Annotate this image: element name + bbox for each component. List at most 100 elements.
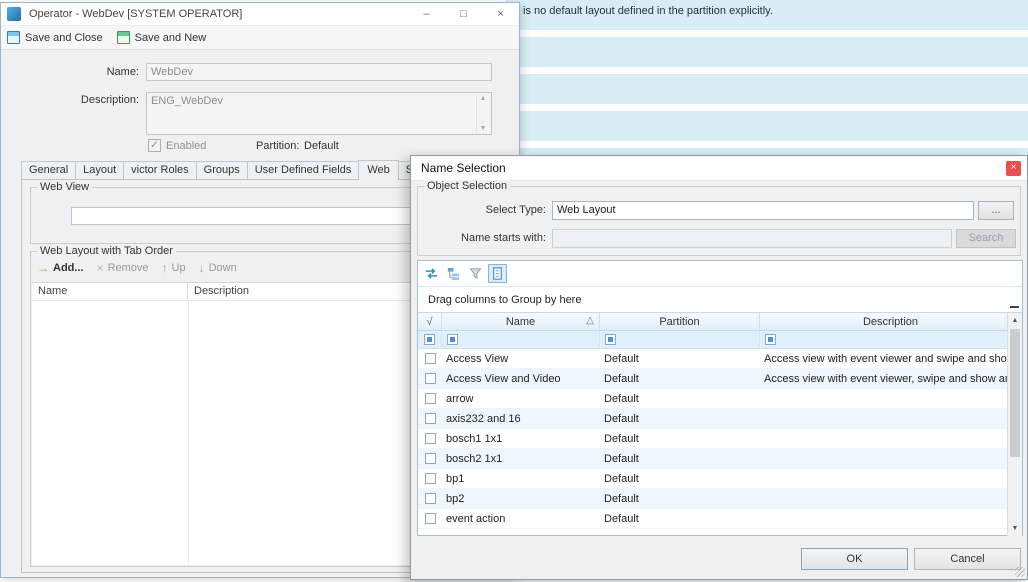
minimize-button[interactable]: – (408, 3, 445, 25)
row-indicator-cell (418, 429, 442, 448)
column-header-description[interactable]: Description (760, 313, 1022, 330)
tab[interactable]: General (21, 161, 76, 179)
row-checkbox[interactable] (425, 513, 436, 524)
filter-box-icon[interactable] (447, 334, 458, 345)
grid-row[interactable]: axis232 and 16 Default (418, 409, 1022, 429)
grid-row[interactable]: Access View Default Access view with eve… (418, 349, 1022, 369)
splitter-handle[interactable] (1010, 306, 1019, 308)
filter-box-icon[interactable] (424, 334, 435, 345)
remove-label: Remove (108, 262, 149, 274)
scroll-down-icon[interactable]: ▼ (1008, 521, 1022, 536)
save-and-close-button[interactable]: Save and Close (7, 31, 103, 44)
name-field[interactable]: WebDev (146, 63, 492, 81)
name-label: Name: (59, 66, 139, 78)
tab[interactable]: User Defined Fields (247, 161, 360, 179)
row-partition: Default (600, 409, 760, 428)
row-checkbox[interactable] (425, 373, 436, 384)
grid-corner-cell: √ (418, 313, 442, 330)
description-scrollbar[interactable]: ▲▼ (476, 95, 489, 132)
row-indicator-cell (418, 369, 442, 388)
object-selection-group: Object Selection Select Type: Web Layout… (417, 186, 1021, 256)
name-starts-with-label: Name starts with: (422, 232, 546, 244)
column-header-name[interactable]: Name (32, 283, 188, 300)
row-indicator-cell (418, 409, 442, 428)
column-chooser-icon[interactable] (488, 264, 507, 283)
row-checkbox[interactable] (425, 413, 436, 424)
row-checkbox[interactable] (425, 433, 436, 444)
show-group-panel-icon[interactable] (444, 264, 463, 283)
tab-bar: General Layout victor Roles Groups User … (21, 160, 477, 179)
refresh-icon[interactable] (422, 264, 441, 283)
grid-row[interactable]: Access View and Video Default Access vie… (418, 369, 1022, 389)
row-description (760, 449, 1022, 468)
column-header-name[interactable]: Name △ (442, 313, 600, 330)
up-label: Up (172, 262, 186, 274)
vertical-scrollbar[interactable]: ▲ ▼ (1007, 313, 1022, 536)
group-by-box[interactable]: Drag columns to Group by here (418, 287, 1022, 313)
row-indicator-cell (418, 489, 442, 508)
row-checkbox[interactable] (425, 473, 436, 484)
save-and-new-button[interactable]: Save and New (117, 31, 207, 44)
down-button[interactable]: ↓ Down (199, 262, 237, 274)
row-indicator-cell (418, 469, 442, 488)
grid-row[interactable]: bp1 Default (418, 469, 1022, 489)
row-partition: Default (600, 349, 760, 368)
row-partition: Default (600, 509, 760, 528)
row-name: bosch1 1x1 (442, 429, 600, 448)
ok-button[interactable]: OK (801, 548, 908, 570)
window-close-button[interactable]: × (482, 3, 519, 25)
filter-box-icon[interactable] (605, 334, 616, 345)
name-starts-with-field[interactable] (552, 229, 952, 248)
tab[interactable]: Layout (75, 161, 124, 179)
row-checkbox[interactable] (425, 493, 436, 504)
add-button[interactable]: → Add... (37, 262, 84, 274)
remove-button[interactable]: × Remove (97, 262, 149, 274)
search-button[interactable]: Search (956, 229, 1016, 248)
dialog-titlebar[interactable]: Name Selection × (411, 156, 1027, 181)
background-message: is no default layout defined in the part… (523, 5, 773, 17)
row-name: Access View (442, 349, 600, 368)
scroll-up-icon[interactable]: ▲ (1008, 313, 1022, 328)
resize-grip-icon[interactable] (1015, 567, 1025, 577)
dialog-close-button[interactable]: × (1006, 161, 1021, 176)
save-close-icon (7, 31, 20, 44)
web-view-group-label: Web View (37, 181, 92, 193)
app-icon (7, 7, 21, 21)
row-checkbox[interactable] (425, 453, 436, 464)
grid-toolbar (418, 261, 1022, 287)
select-type-field[interactable]: Web Layout (552, 201, 974, 220)
filter-icon[interactable] (466, 264, 485, 283)
browse-button[interactable]: ... (978, 201, 1014, 220)
grid-row[interactable]: bp2 Default (418, 489, 1022, 509)
enabled-checkbox[interactable]: ✓ (148, 139, 161, 152)
scrollbar-thumb[interactable] (1010, 329, 1020, 457)
tab[interactable]: Web (358, 160, 398, 180)
filter-cell-name[interactable] (442, 331, 600, 348)
tab[interactable]: Groups (196, 161, 248, 179)
row-partition: Default (600, 369, 760, 388)
name-selection-dialog: Name Selection × Object Selection Select… (410, 155, 1028, 580)
up-button[interactable]: ↑ Up (162, 262, 186, 274)
filter-cell-indicator[interactable] (418, 331, 442, 348)
filter-box-icon[interactable] (765, 334, 776, 345)
grid-row[interactable]: arrow Default (418, 389, 1022, 409)
description-field[interactable]: ENG_WebDev ▲▼ (146, 92, 492, 135)
row-description: Access view with event viewer and swipe … (760, 349, 1022, 368)
filter-cell-description[interactable] (760, 331, 1022, 348)
grid-row[interactable]: event action Default (418, 509, 1022, 529)
tab[interactable]: victor Roles (123, 161, 196, 179)
scroll-down-icon[interactable]: ▼ (480, 125, 487, 132)
grid-row[interactable]: bosch1 1x1 Default (418, 429, 1022, 449)
cancel-button[interactable]: Cancel (914, 548, 1021, 570)
column-header-partition[interactable]: Partition (600, 313, 760, 330)
operator-toolbar: Save and Close Save and New (1, 26, 519, 50)
row-checkbox[interactable] (425, 393, 436, 404)
scroll-up-icon[interactable]: ▲ (480, 95, 487, 102)
operator-titlebar[interactable]: Operator - WebDev [SYSTEM OPERATOR] – □ … (1, 3, 519, 26)
filter-cell-partition[interactable] (600, 331, 760, 348)
maximize-button[interactable]: □ (445, 3, 482, 25)
down-label: Down (209, 262, 237, 274)
up-icon: ↑ (162, 262, 168, 274)
grid-row[interactable]: bosch2 1x1 Default (418, 449, 1022, 469)
row-checkbox[interactable] (425, 353, 436, 364)
